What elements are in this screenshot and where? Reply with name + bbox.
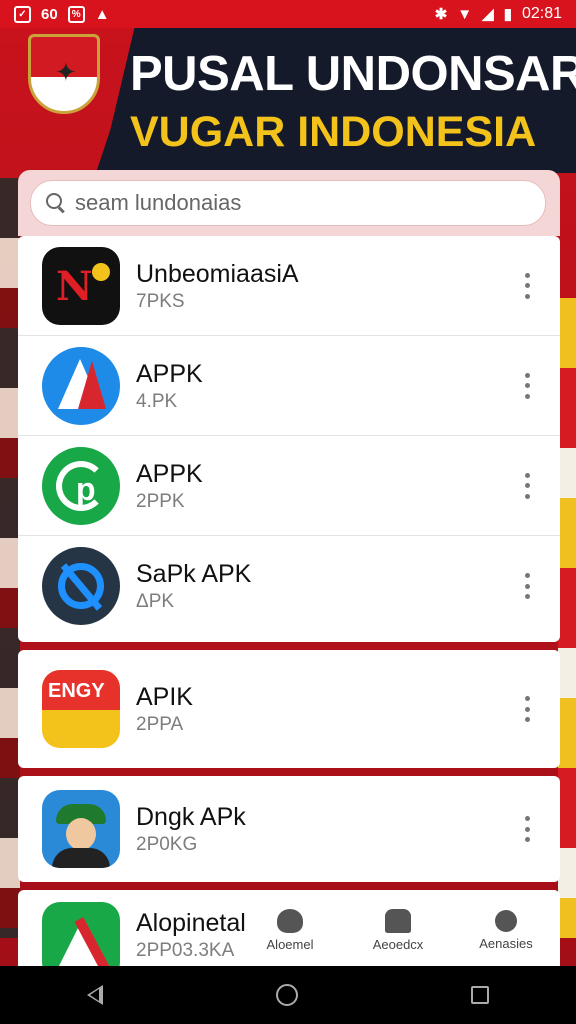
photo-icon: ▲	[94, 5, 110, 23]
app-list-card: ENGY APIK 2PPA	[18, 650, 560, 768]
app-icon-blocked-circle	[42, 547, 120, 625]
app-icon-netflix-style: N	[42, 246, 120, 325]
banner-subtitle: VUGAR INDONESIA	[130, 108, 537, 156]
app-subtitle: 7PKS	[136, 290, 185, 312]
emblem-logo: ✦	[28, 34, 100, 114]
app-notification-icon: %	[67, 5, 85, 23]
more-options-icon[interactable]	[524, 573, 530, 599]
app-name: Alopinetal	[136, 909, 246, 937]
app-subtitle: 2PP03.3KA	[136, 940, 235, 961]
status-right: ✱ ▼ ◢ ▮ 02:81	[435, 5, 562, 23]
bluetooth-icon: ✱	[434, 6, 448, 23]
app-subtitle: 2PPK	[136, 490, 185, 512]
more-options-icon[interactable]	[524, 272, 530, 299]
notification-icon: ✓	[14, 5, 31, 23]
status-left-text: 60	[41, 5, 58, 23]
list-item[interactable]: p APPK 2PPK	[18, 436, 560, 536]
app-list-card: Dngk APk 2P0KG	[18, 776, 560, 882]
app-name: APIK	[136, 683, 193, 711]
background-strip-right	[558, 298, 576, 938]
search-input[interactable]: seam lundonaias	[30, 180, 546, 226]
flower-icon	[277, 908, 303, 933]
app-name: UnbeomiaasiA	[136, 259, 299, 288]
app-list-card: N UnbeomiaasiA 7PKS APPK 4.PK p APPK 2PP…	[18, 236, 560, 642]
status-bar: ✓ 60 % ▲ ✱ ▼ ◢ ▮ 02:81	[0, 0, 576, 28]
app-subtitle: 2PPA	[136, 714, 184, 735]
list-item[interactable]: Dngk APk 2P0KG	[18, 776, 560, 882]
app-icon-yellow-badge: ENGY	[42, 670, 120, 748]
wifi-icon: ▼	[457, 5, 473, 23]
tab-aloemel[interactable]: Aloemel	[240, 908, 340, 952]
app-subtitle: 4.PK	[136, 390, 178, 412]
profile-icon	[495, 909, 517, 932]
app-icon-blue-a	[42, 346, 120, 425]
header-banner: ✦ PUSAL UNDONSAR VUGAR INDONESIA	[0, 28, 576, 173]
app-subtitle: ΔPK	[136, 591, 175, 612]
search-input-value: seam lundonaias	[75, 190, 242, 215]
bottom-tab-bar: Aloemel Aeoedcx Aenasies	[236, 895, 560, 965]
tab-aeoedcx[interactable]: Aeoedcx	[348, 908, 448, 952]
tab-label: Aloemel	[266, 936, 314, 952]
list-item[interactable]: APPK 4.PK	[18, 336, 560, 436]
app-name: SaPk APK	[136, 560, 252, 588]
eagle-icon: ✦	[55, 57, 77, 87]
search-icon	[45, 192, 67, 214]
app-icon-green-ap: p	[42, 446, 120, 525]
basket-icon	[385, 908, 411, 933]
search-container: seam lundonaias	[18, 170, 560, 236]
home-icon[interactable]	[275, 984, 298, 1006]
battery-icon: ▮	[503, 6, 512, 23]
app-icon-green-a	[42, 902, 120, 966]
app-name: APPK	[136, 359, 203, 388]
more-options-icon[interactable]	[524, 696, 530, 722]
status-left: ✓ 60 % ▲	[14, 5, 110, 23]
app-subtitle: 2P0KG	[136, 834, 198, 855]
back-icon[interactable]	[86, 985, 103, 1005]
app-name: Dngk APk	[136, 803, 246, 831]
list-item[interactable]: ENGY APIK 2PPA	[18, 650, 560, 768]
app-name: APPK	[136, 459, 203, 488]
more-options-icon[interactable]	[524, 372, 530, 399]
list-item[interactable]: SaPk APK ΔPK	[18, 536, 560, 636]
tab-label: Aenasies	[479, 935, 533, 951]
recents-icon[interactable]	[471, 986, 490, 1004]
signal-icon: ◢	[482, 6, 494, 23]
background-strip-left	[0, 178, 20, 938]
tab-label: Aeoedcx	[372, 936, 424, 952]
more-options-icon[interactable]	[524, 816, 530, 842]
banner-title: PUSAL UNDONSAR	[130, 47, 576, 101]
status-time: 02:81	[521, 5, 562, 22]
system-navigation-bar	[0, 966, 576, 1024]
more-options-icon[interactable]	[524, 472, 530, 499]
app-icon-character-avatar	[42, 790, 120, 868]
tab-aenasies[interactable]: Aenasies	[456, 909, 556, 951]
list-item[interactable]: N UnbeomiaasiA 7PKS	[18, 236, 560, 336]
